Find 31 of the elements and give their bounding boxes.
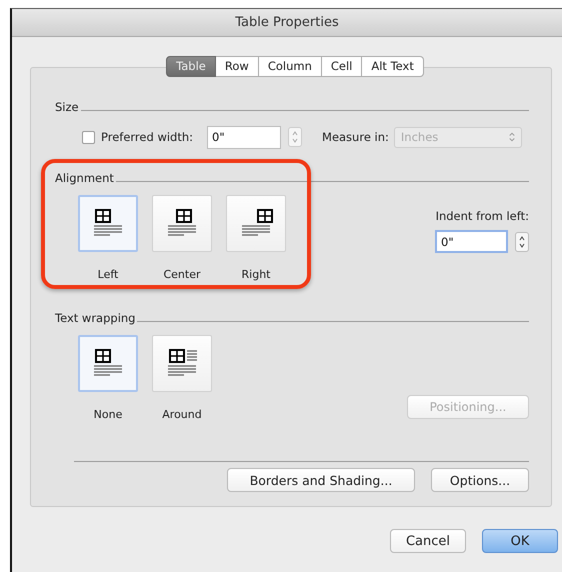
tab[interactable]: Column (258, 56, 322, 77)
tab[interactable]: Cell (322, 56, 362, 77)
dialog-button[interactable]: Borders and Shading... (227, 468, 415, 492)
tab[interactable]: Alt Text (362, 56, 424, 77)
dialog-button[interactable]: OK (482, 529, 558, 553)
checkbox[interactable] (82, 130, 95, 144)
stepper-icon[interactable] (515, 232, 529, 252)
indent-field[interactable]: 0" (435, 230, 508, 253)
option-label: Around (162, 408, 202, 421)
dialog-button[interactable]: Cancel (390, 529, 466, 553)
section-label: Alignment (55, 171, 114, 185)
width-field[interactable]: 0" (207, 126, 282, 148)
field-label: Indent from left: (436, 209, 529, 223)
wrapping-option[interactable] (78, 335, 138, 392)
alignment-option[interactable] (226, 195, 286, 252)
field-label: Preferred width: (101, 130, 194, 144)
alignment-option[interactable] (152, 195, 212, 252)
window-title: Table Properties (235, 15, 339, 30)
alignment-option[interactable] (78, 195, 138, 252)
tab[interactable]: Table (166, 56, 216, 77)
section-label: Text wrapping (55, 311, 136, 325)
option-label: Center (163, 268, 201, 281)
option-label: Right (242, 268, 270, 281)
tab[interactable]: Row (216, 56, 259, 77)
wrapping-option[interactable] (152, 335, 212, 392)
dropdown-arrows-icon (508, 132, 515, 142)
option-label: Left (98, 268, 118, 281)
option-label: None (94, 408, 122, 421)
dialog-button[interactable]: Options... (431, 468, 529, 492)
field-label: Measure in: (322, 130, 389, 144)
section-label: Size (55, 100, 79, 114)
